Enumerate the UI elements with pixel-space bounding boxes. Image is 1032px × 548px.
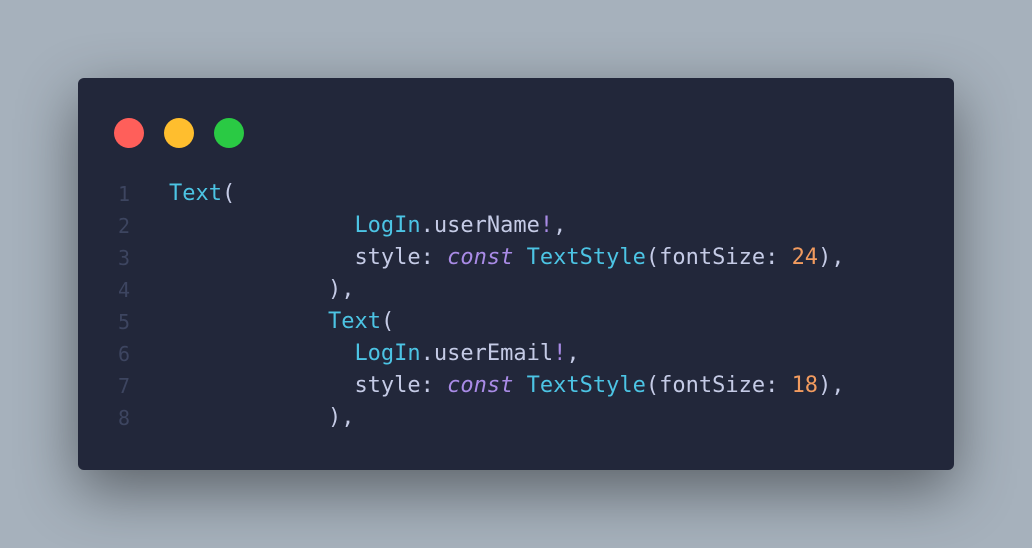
code-line: 1 Text( [78, 178, 954, 210]
code-token: Text [327, 309, 381, 334]
code-token: const [447, 245, 514, 270]
code-line: 3 style: const TextStyle(fontSize: 24), [78, 242, 954, 274]
code-text: style: const TextStyle(fontSize: 24), [169, 242, 845, 274]
code-token: ( [221, 181, 236, 206]
code-token: 24 [791, 245, 819, 270]
code-token: TextStyle [526, 245, 646, 270]
code-token: ), [818, 373, 845, 398]
code-text: Text( [169, 306, 394, 338]
code-token: Text [169, 181, 222, 206]
code-token: , [566, 341, 580, 366]
code-text: LogIn.userEmail!, [169, 338, 580, 370]
code-token: , [553, 213, 567, 238]
code-line: 4 ), [78, 274, 954, 306]
line-number: 8 [117, 406, 130, 430]
code-line: 2 LogIn.userName!, [78, 210, 954, 242]
line-number: 3 [117, 246, 130, 270]
line-number: 6 [117, 342, 130, 366]
minimize-dot[interactable] [164, 118, 194, 148]
code-token: ), [818, 245, 845, 270]
code-token: style: [354, 373, 448, 398]
code-token: const [447, 373, 514, 398]
close-dot[interactable] [114, 118, 144, 148]
code-token: ), [327, 277, 355, 302]
maximize-dot[interactable] [214, 118, 244, 148]
code-token: style: [354, 245, 448, 270]
line-number: 4 [117, 278, 130, 302]
code-token: LogIn [354, 341, 421, 366]
code-text: style: const TextStyle(fontSize: 18), [169, 370, 845, 402]
line-number: 7 [117, 374, 130, 398]
code-token: (fontSize: [645, 245, 792, 270]
code-line: 7 style: const TextStyle(fontSize: 18), [78, 370, 954, 402]
code-token: ! [539, 213, 554, 238]
window-controls [114, 118, 264, 148]
code-text: ), [169, 402, 355, 434]
code-token: 18 [791, 373, 819, 398]
code-text: LogIn.userName!, [169, 210, 566, 242]
code-window: 1 Text(2 LogIn.userName!, 3 style: const T… [78, 78, 954, 470]
code-token: ), [327, 405, 355, 430]
code-token: .userName [420, 213, 540, 238]
code-text: ), [169, 274, 355, 306]
line-number: 1 [117, 182, 130, 206]
code-token: LogIn [354, 213, 421, 238]
line-number: 2 [117, 214, 130, 238]
code-line: 6 LogIn.userEmail!, [78, 338, 954, 370]
code-line: 8 ), [78, 402, 954, 434]
code-line: 5 Text( [78, 306, 954, 338]
code-text: Text( [169, 178, 235, 210]
line-number: 5 [117, 310, 130, 334]
code-token: .userEmail [420, 341, 554, 366]
code-token: ( [380, 309, 395, 334]
code-token: (fontSize: [645, 373, 792, 398]
code-block: 1 Text(2 LogIn.userName!, 3 style: const T… [78, 178, 954, 434]
code-token: TextStyle [526, 373, 646, 398]
code-token: ! [553, 341, 567, 366]
